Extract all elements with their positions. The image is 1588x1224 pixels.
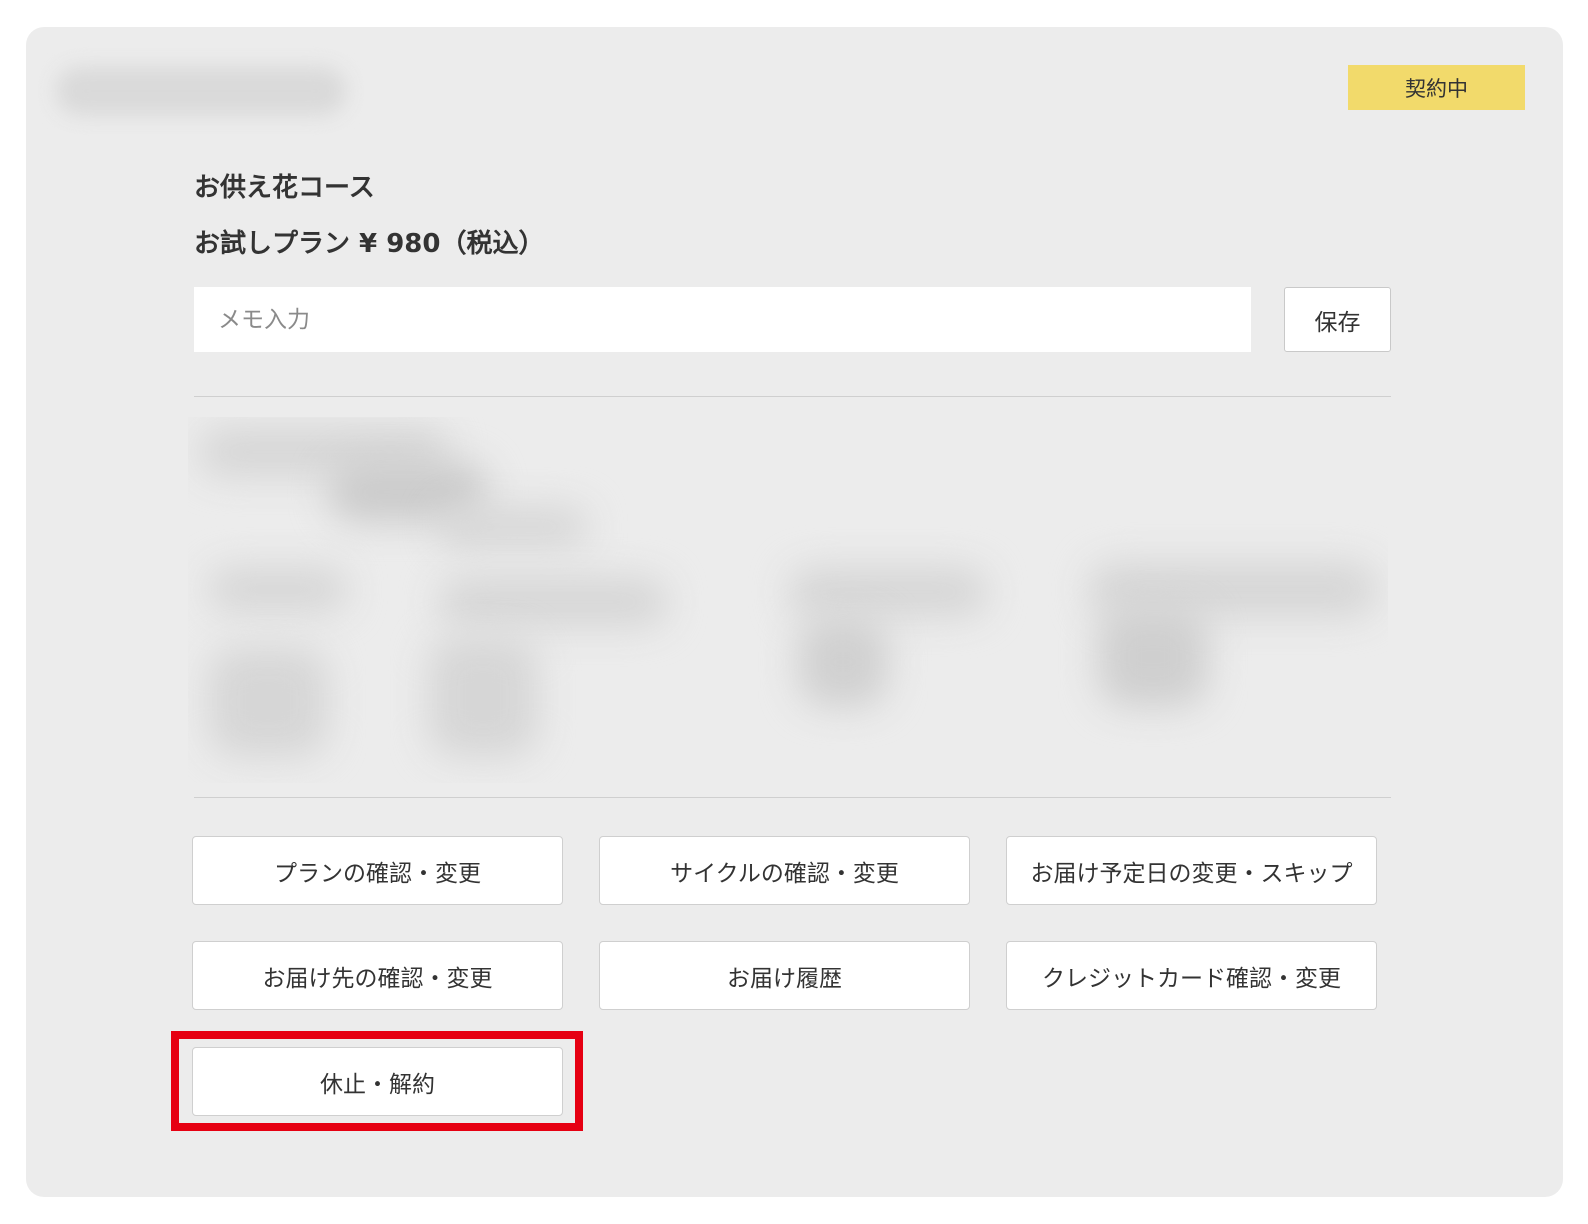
delivery-history-button[interactable]: お届け履歴	[599, 941, 970, 1010]
status-badge-label: 契約中	[1405, 76, 1468, 101]
credit-card-button[interactable]: クレジットカード確認・変更	[1006, 941, 1377, 1010]
delivery-date-skip-button-label: お届け予定日の変更・スキップ	[1030, 860, 1353, 887]
save-button[interactable]: 保存	[1284, 287, 1391, 352]
pause-cancel-button-label: 休止・解約	[320, 1071, 435, 1098]
divider	[194, 797, 1391, 798]
redacted-details	[188, 417, 1388, 783]
save-button-label: 保存	[1314, 309, 1361, 336]
delivery-date-skip-button[interactable]: お届け予定日の変更・スキップ	[1006, 836, 1377, 905]
credit-card-button-label: クレジットカード確認・変更	[1042, 965, 1341, 992]
plan-change-button-label: プランの確認・変更	[274, 860, 481, 887]
plan-price: お試しプラン ¥ 980（税込）	[194, 229, 545, 259]
subscription-card: 契約中 お供え花コース お試しプラン ¥ 980（税込） 保存 プランの確認・変…	[26, 27, 1563, 1197]
redacted-order-id	[56, 67, 346, 115]
divider	[194, 396, 1391, 397]
pause-cancel-button[interactable]: 休止・解約	[192, 1047, 563, 1116]
delivery-address-button[interactable]: お届け先の確認・変更	[192, 941, 563, 1010]
delivery-address-button-label: お届け先の確認・変更	[262, 965, 493, 992]
plan-change-button[interactable]: プランの確認・変更	[192, 836, 563, 905]
delivery-history-button-label: お届け履歴	[727, 965, 842, 992]
memo-input[interactable]	[194, 287, 1251, 352]
cycle-change-button[interactable]: サイクルの確認・変更	[599, 836, 970, 905]
status-badge: 契約中	[1348, 65, 1525, 110]
cycle-change-button-label: サイクルの確認・変更	[670, 860, 899, 887]
course-title: お供え花コース	[194, 173, 375, 203]
